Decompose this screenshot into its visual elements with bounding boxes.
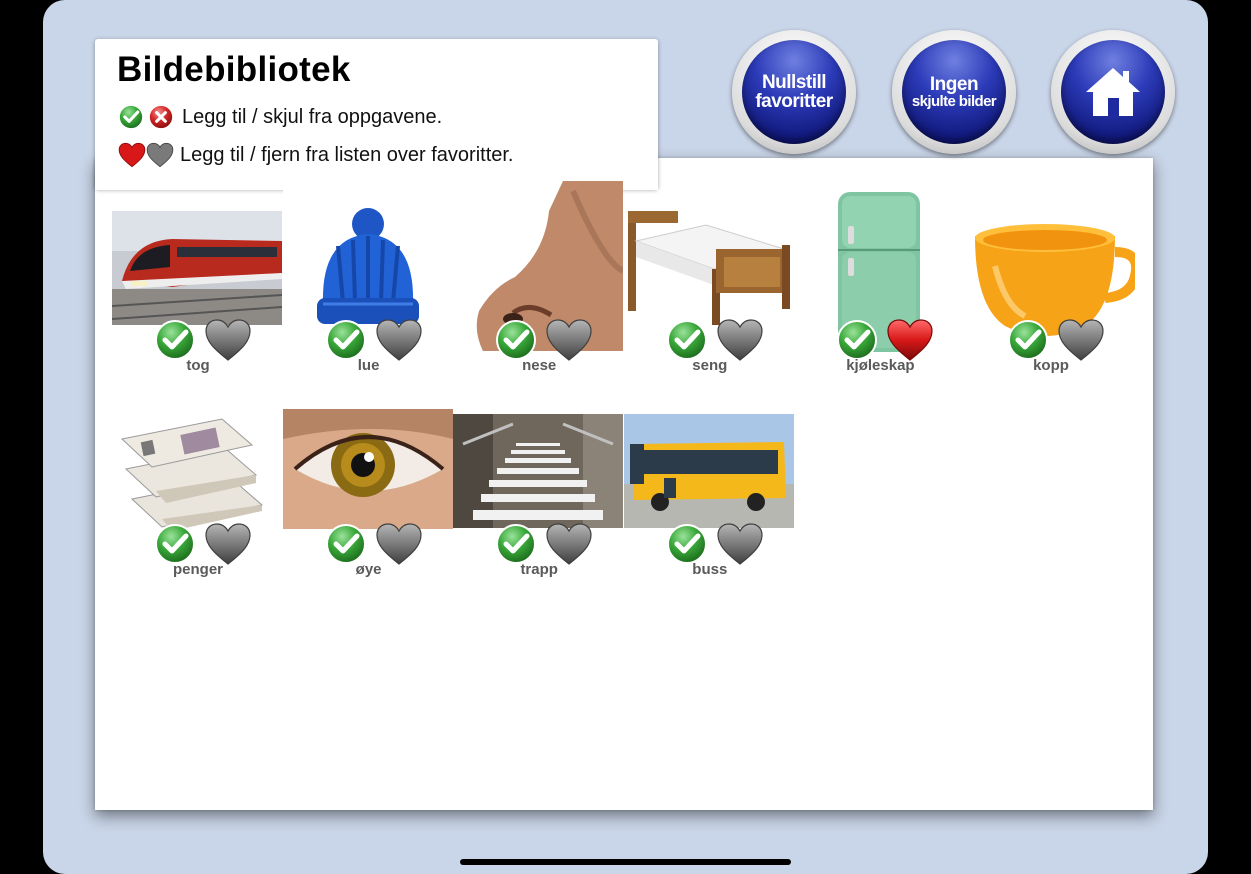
- favorite-heart-red-icon[interactable]: [886, 318, 934, 362]
- no-hidden-line2: skjulte bilder: [911, 93, 997, 110]
- page-title: Bildebibliotek: [117, 50, 351, 89]
- favorite-heart-gray-icon[interactable]: [375, 522, 423, 566]
- favorite-heart-gray-icon[interactable]: [545, 318, 593, 362]
- cup-picture: [965, 186, 1135, 356]
- image-tile-beanie: lue: [282, 181, 453, 381]
- reset-favorites-line2: favoritter: [755, 91, 833, 112]
- image-tile-stairs: trapp: [453, 409, 624, 609]
- image-tile-nose: nese: [453, 181, 624, 381]
- favorite-heart-gray-icon[interactable]: [716, 522, 764, 566]
- legend-favorites: Legg til / fjern fra listen over favorit…: [118, 139, 514, 171]
- include-toggle-check-icon[interactable]: [495, 319, 537, 361]
- fridge-picture: [794, 186, 965, 356]
- favorite-heart-gray-icon[interactable]: [204, 318, 252, 362]
- image-label: seng: [692, 357, 728, 374]
- reset-favorites-face: Nullstill favoritter: [742, 40, 846, 144]
- legend-text-include: Legg til / skjul fra oppgavene.: [182, 105, 443, 128]
- include-toggle-check-icon[interactable]: [154, 319, 196, 361]
- include-toggle-check-icon[interactable]: [325, 523, 367, 565]
- check-icon: [118, 104, 144, 130]
- train-picture: [112, 211, 282, 325]
- image-tile-money: penger: [112, 409, 282, 609]
- no-hidden-images-face: Ingen skjulte bilder: [902, 40, 1006, 144]
- include-toggle-check-icon[interactable]: [154, 523, 196, 565]
- nose-picture: [453, 181, 624, 351]
- image-label: nese: [522, 357, 557, 374]
- reset-favorites-line1: Nullstill: [761, 72, 827, 93]
- image-label: tog: [186, 357, 210, 374]
- include-toggle-check-icon[interactable]: [495, 523, 537, 565]
- favorite-heart-gray-icon[interactable]: [1057, 318, 1105, 362]
- favorite-heart-gray-icon[interactable]: [204, 522, 252, 566]
- image-tile-fridge: kjøleskap: [794, 181, 965, 381]
- favorite-heart-gray-icon[interactable]: [375, 318, 423, 362]
- image-label: trapp: [520, 561, 558, 578]
- favorite-heart-gray-icon[interactable]: [545, 522, 593, 566]
- include-toggle-check-icon[interactable]: [836, 319, 878, 361]
- no-hidden-images-button[interactable]: Ingen skjulte bilder: [892, 30, 1016, 154]
- home-button-face: [1061, 40, 1165, 144]
- image-tile-bus: buss: [623, 409, 794, 609]
- legend-text-favorites: Legg til / fjern fra listen over favorit…: [180, 143, 514, 166]
- favorite-heart-gray-icon[interactable]: [716, 318, 764, 362]
- image-label: øye: [355, 561, 382, 578]
- heart-gray-icon: [146, 142, 174, 168]
- home-button[interactable]: [1051, 30, 1175, 154]
- include-toggle-check-icon[interactable]: [666, 523, 708, 565]
- cross-icon: [148, 104, 174, 130]
- bed-picture: [623, 201, 794, 331]
- image-tile-train: tog: [112, 181, 282, 381]
- bus-picture: [623, 414, 794, 528]
- image-label: kjøleskap: [846, 357, 915, 374]
- include-toggle-check-icon[interactable]: [325, 319, 367, 361]
- legend-include-hide: Legg til / skjul fra oppgavene.: [118, 101, 442, 133]
- include-toggle-check-icon[interactable]: [1007, 319, 1049, 361]
- include-toggle-check-icon[interactable]: [666, 319, 708, 361]
- money-picture: [112, 409, 282, 539]
- image-label: lue: [357, 357, 380, 374]
- reset-favorites-button[interactable]: Nullstill favoritter: [732, 30, 856, 154]
- image-label: buss: [692, 561, 728, 578]
- beanie-picture: [282, 186, 453, 356]
- image-tile-eye: øye: [282, 409, 453, 609]
- no-hidden-line1: Ingen: [929, 74, 979, 95]
- image-tile-bed: seng: [623, 181, 794, 381]
- stairs-picture: [453, 414, 624, 528]
- home-icon: [1086, 68, 1140, 116]
- image-label: penger: [172, 561, 223, 578]
- heart-red-icon: [118, 142, 146, 168]
- eye-picture: [282, 409, 453, 529]
- image-label: kopp: [1033, 357, 1069, 374]
- image-tile-cup: kopp: [965, 181, 1135, 381]
- home-indicator[interactable]: [460, 859, 791, 865]
